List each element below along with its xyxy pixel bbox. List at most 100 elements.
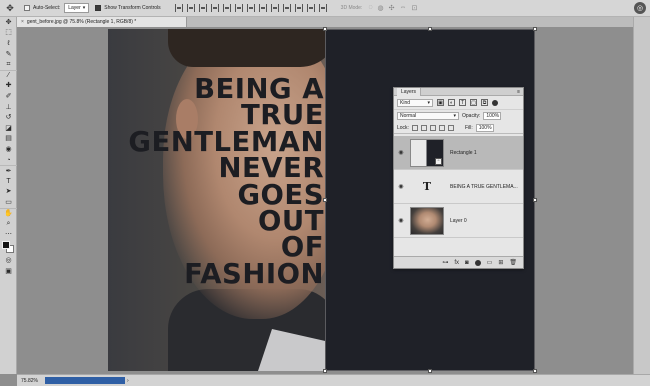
filter-type-icon[interactable]: T [459, 99, 466, 106]
close-tab-icon[interactable]: × [21, 19, 24, 25]
photoshop-window: ✥ Auto-Select: Layer ▾ Show Transform Co… [0, 0, 650, 386]
collapsed-panels-strip [633, 17, 650, 374]
distribute-bottom-icon[interactable] [270, 4, 279, 12]
history-brush-tool-icon[interactable]: ↺ [0, 112, 17, 123]
roll-3d-icon[interactable]: ◍ [378, 4, 384, 12]
delete-layer-icon[interactable]: 🗑 [509, 259, 517, 266]
auto-align-icon[interactable] [318, 4, 327, 12]
path-select-tool-icon[interactable]: ➤ [0, 187, 17, 198]
document-tab-title: gent_before.jpg @ 75.8% (Rectangle 1, RG… [26, 19, 137, 25]
show-transform-checkbox[interactable] [95, 5, 102, 11]
layers-panel-title[interactable]: Layers [397, 87, 422, 96]
layer-row-text[interactable]: ◉ T BEING A TRUE GENTLEMA... [394, 170, 523, 204]
chevron-down-icon: ▾ [427, 99, 430, 106]
align-left-icon[interactable] [210, 4, 219, 12]
mode-3d-icons: ◌ ◍ ✣ ⇔ ⊡ [368, 4, 417, 12]
screen-mode-tool-icon[interactable]: ▣ [0, 266, 17, 277]
filter-pixel-icon[interactable]: ▣ [437, 99, 444, 106]
workspace-icon[interactable]: ◎ [634, 2, 646, 14]
zoom-tool-icon[interactable]: ⌕ [0, 218, 17, 229]
move-tool-icon[interactable]: ✥ [2, 1, 18, 15]
opacity-field[interactable]: 100% [483, 112, 502, 120]
blend-mode-value: Normal [400, 113, 417, 119]
panel-menu-icon[interactable]: ≡ [517, 89, 520, 95]
shape-tool-icon[interactable]: ▭ [0, 197, 17, 208]
shape-layer-thumbnail: ▫ [410, 138, 444, 167]
link-layers-icon[interactable]: ⊶ [442, 259, 448, 266]
lock-image-icon[interactable] [420, 124, 427, 131]
healing-tool-icon[interactable]: ✚ [0, 81, 17, 92]
add-mask-icon[interactable]: ◙ [465, 260, 469, 266]
auto-select-checkbox[interactable] [24, 5, 30, 11]
marquee-tool-icon[interactable]: ⬚ [0, 28, 17, 39]
distribute-left-icon[interactable] [282, 4, 291, 12]
new-group-icon[interactable]: ▭ [487, 259, 493, 266]
slide-3d-icon[interactable]: ⇔ [400, 4, 407, 12]
layers-blend-row: Normal ▾ Opacity: 100% [394, 110, 523, 122]
eyedropper-tool-icon[interactable]: ⁄ [0, 69, 17, 81]
visibility-eye-icon[interactable]: ◉ [394, 217, 408, 224]
scale-3d-icon[interactable]: ⊡ [412, 4, 418, 12]
layer-row-rectangle-1[interactable]: ◉ ▫ Rectangle 1 [394, 136, 523, 170]
layers-panel-footer: ⊶ fx ◙ ▭ ⊞ 🗑 [394, 256, 523, 268]
zoom-level-field[interactable]: 75.82% [17, 378, 43, 384]
opacity-label: Opacity: [462, 113, 481, 119]
align-hcenter-icon[interactable] [222, 4, 231, 12]
crop-tool-icon[interactable]: ⌗ [0, 59, 17, 70]
type-tool-icon[interactable]: T [0, 176, 17, 187]
layer-style-icon[interactable]: fx [454, 260, 459, 266]
distribute-top-icon[interactable] [246, 4, 255, 12]
pan-3d-icon[interactable]: ✣ [389, 4, 395, 12]
layer-row-layer-0[interactable]: ◉ Layer 0 [394, 204, 523, 238]
distribute-vcenter-icon[interactable] [258, 4, 267, 12]
gradient-tool-icon[interactable]: ▤ [0, 134, 17, 145]
quick-mask-tool-icon[interactable]: ◎ [0, 255, 17, 266]
move-tool-icon[interactable]: ✥ [0, 17, 17, 28]
status-menu-arrow-icon[interactable]: › [127, 378, 129, 384]
visibility-eye-icon[interactable]: ◉ [394, 183, 408, 190]
brush-tool-icon[interactable]: ✐ [0, 91, 17, 102]
auto-select-target-dropdown[interactable]: Layer ▾ [64, 3, 90, 13]
blur-tool-icon[interactable]: ◉ [0, 144, 17, 155]
distribute-right-icon[interactable] [306, 4, 315, 12]
orbit-3d-icon[interactable]: ◌ [368, 4, 372, 12]
filter-smart-object-icon[interactable]: ⧉ [481, 99, 488, 106]
visibility-eye-icon[interactable]: ◉ [394, 149, 408, 156]
align-bottom-icon[interactable] [198, 4, 207, 12]
text-layer-thumbnail-icon: T [422, 180, 432, 193]
lock-position-icon[interactable] [429, 124, 436, 131]
filter-toggle-icon[interactable] [492, 99, 498, 106]
adjustment-layer-icon[interactable] [474, 259, 481, 266]
filter-kind-value: Kind [400, 99, 411, 106]
distribute-hcenter-icon[interactable] [294, 4, 303, 12]
blend-mode-dropdown[interactable]: Normal ▾ [397, 112, 459, 120]
hand-tool-icon[interactable]: ✋ [0, 207, 17, 219]
document-tab[interactable]: × gent_before.jpg @ 75.8% (Rectangle 1, … [17, 17, 187, 27]
lock-transparent-icon[interactable] [411, 124, 418, 131]
lock-all-icon[interactable] [447, 124, 454, 131]
align-right-icon[interactable] [234, 4, 243, 12]
align-vcenter-icon[interactable] [186, 4, 195, 12]
filter-kind-dropdown[interactable]: Kind ▾ [397, 98, 433, 107]
align-top-icon[interactable] [174, 4, 183, 12]
dodge-tool-icon[interactable]: ◔ [0, 155, 17, 166]
layer-name: Rectangle 1 [450, 149, 477, 156]
fill-field[interactable]: 100% [475, 123, 494, 132]
quick-select-tool-icon[interactable]: ✎ [0, 49, 17, 60]
fill-label: Fill: [464, 124, 473, 131]
eraser-tool-icon[interactable]: ◪ [0, 123, 17, 134]
filter-adjustment-icon[interactable]: ◐ [448, 99, 455, 106]
headline-text-layer[interactable]: BEING A TRUE GENTLEMAN NEVER GOES OUT OF… [128, 75, 324, 287]
color-swatches[interactable] [0, 239, 17, 255]
more-tools-icon[interactable]: ⋯ [0, 229, 17, 240]
tool-list-bottom: ◎ ▣ [0, 255, 16, 276]
lasso-tool-icon[interactable]: ℓ [0, 38, 17, 49]
layers-filter-row: Kind ▾ ▣ ◐ T ▢ ⧉ [394, 96, 523, 110]
options-bar: ✥ Auto-Select: Layer ▾ Show Transform Co… [0, 0, 650, 17]
foreground-color-swatch[interactable] [2, 241, 10, 250]
filter-shape-icon[interactable]: ▢ [470, 99, 477, 106]
pen-tool-icon[interactable]: ✒ [0, 165, 17, 176]
new-layer-icon[interactable]: ⊞ [498, 259, 503, 266]
lock-artboard-icon[interactable] [438, 124, 445, 131]
clone-stamp-tool-icon[interactable]: ⊥ [0, 102, 17, 113]
